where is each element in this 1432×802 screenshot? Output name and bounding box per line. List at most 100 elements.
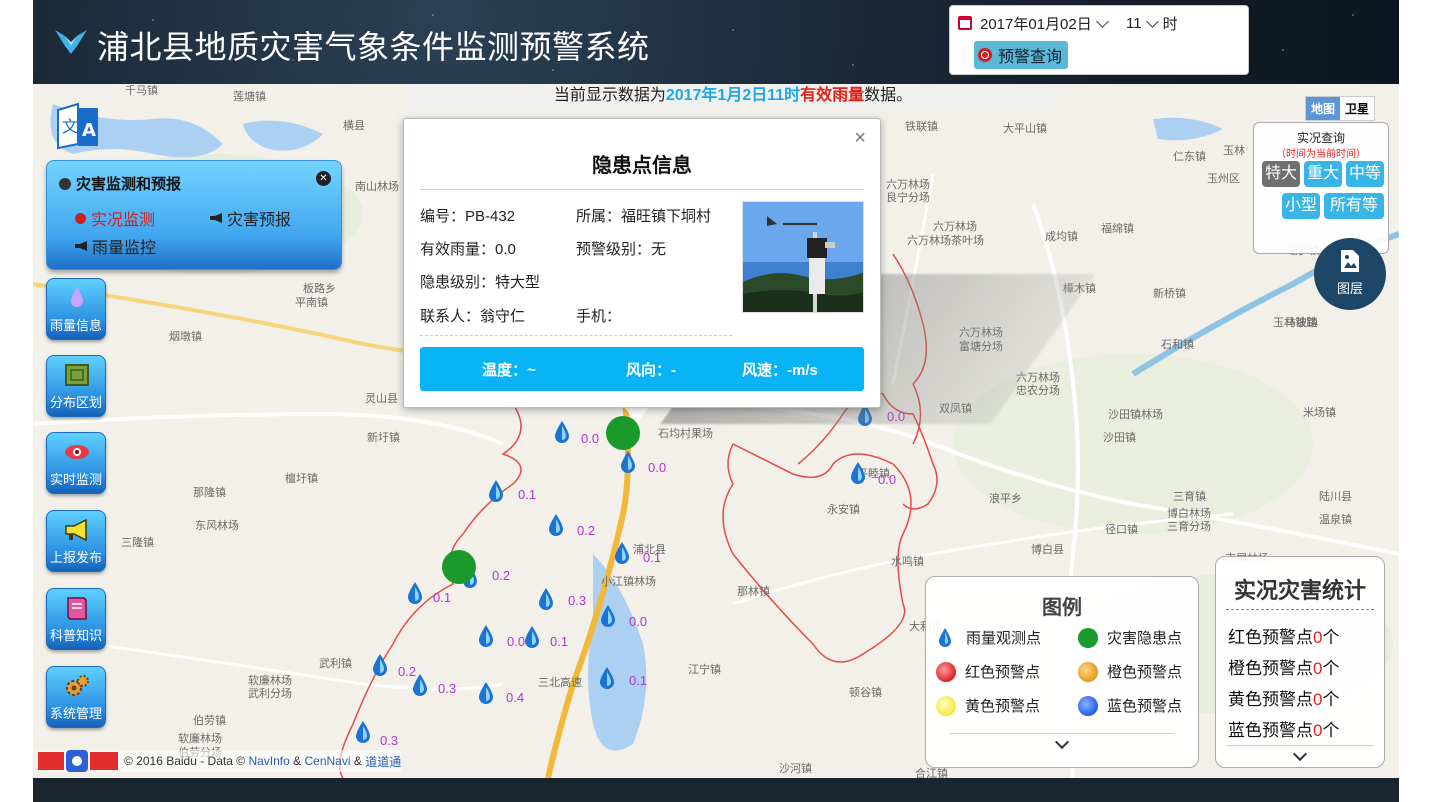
stat-yellow-warning: 黄色预警点0个: [1228, 685, 1339, 710]
language-translate-icon[interactable]: 文 A: [52, 100, 104, 152]
menu-item-rain-monitor[interactable]: 雨量监控: [75, 234, 156, 258]
rain-station-marker[interactable]: [549, 514, 563, 536]
side-button-rain-info[interactable]: 雨量信息: [46, 278, 106, 340]
rain-station-marker[interactable]: [525, 626, 539, 648]
rain-station-marker[interactable]: [615, 542, 629, 564]
warning-query-button[interactable]: 预警查询: [974, 41, 1068, 69]
side-button-label: 科普知识: [49, 628, 102, 643]
baidu-map-logo: [38, 750, 118, 772]
live-query-subtitle: （时间为当前时间）: [1276, 149, 1366, 160]
side-button-zoning[interactable]: 分布区划: [46, 355, 106, 417]
menu-close-icon[interactable]: ✕: [316, 171, 331, 186]
field-belongs: 所属：福旺镇下垌村: [576, 208, 712, 225]
rain-value-label: 0.3: [568, 593, 587, 608]
menu-title-text: 灾害监测和预报: [76, 176, 182, 193]
legend-item-orange-warning: 橙色预警点: [1078, 661, 1182, 682]
stat-red-warning: 红色预警点0个: [1228, 623, 1339, 648]
wind-direction-label: 风向：-: [626, 362, 676, 379]
layer-button[interactable]: 图层: [1314, 238, 1386, 310]
banner-datetime: 2017年1月2日11时: [665, 87, 801, 104]
date-value: 2017年01月02日: [980, 15, 1092, 33]
stats-title: 实况灾害统计: [1233, 578, 1366, 603]
place-label: 大平山镇: [1003, 123, 1047, 135]
live-query-title: 实况查询: [1296, 131, 1345, 145]
menu-item-disaster-forecast[interactable]: 灾害预报: [210, 206, 291, 230]
rain-station-marker[interactable]: [555, 421, 569, 443]
map-type-satellite-button[interactable]: 卫星: [1340, 97, 1374, 120]
side-button-label: 系统管理: [49, 706, 102, 721]
stats-bottom-divider: [1226, 745, 1374, 746]
legend-expand-icon[interactable]: [1054, 734, 1070, 750]
query-panel: 2017年01月02日 11 时 预警查询: [949, 5, 1249, 75]
system-title: 浦北县地质灾害气象条件监测预警系统: [97, 29, 650, 65]
side-button-label: 实时监测: [49, 472, 102, 487]
place-label: 福绵镇: [1101, 223, 1134, 235]
side-button-realtime[interactable]: 实时监测: [46, 432, 106, 494]
popup-close-icon[interactable]: ×: [854, 127, 866, 150]
rain-station-marker[interactable]: [601, 605, 615, 627]
map-attribution: © 2016 Baidu - Data © NavInfo & CenNavi …: [38, 750, 402, 772]
place-label: 那林镇: [737, 586, 770, 598]
place-label: 平南镇: [295, 297, 328, 309]
navinfo-link[interactable]: NavInfo: [248, 754, 289, 768]
place-label: 玉林: [1223, 145, 1245, 157]
daodaotong-link[interactable]: 道道通: [365, 753, 401, 770]
orange-dot-icon: [1078, 661, 1098, 682]
stat-orange-warning: 橙色预警点0个: [1228, 654, 1339, 679]
place-label: 武利镇: [319, 658, 352, 670]
rain-station-marker[interactable]: [356, 721, 370, 743]
rain-value-label: 0.0: [648, 460, 667, 475]
place-label: 檀圩镇: [285, 473, 318, 485]
rain-value-label: 0.1: [643, 550, 662, 565]
menu-item-live-monitor[interactable]: 实况监测: [75, 206, 155, 230]
blue-dot-icon: [1078, 695, 1098, 716]
side-button-science[interactable]: 科普知识: [46, 588, 106, 650]
place-label: 伯劳镇: [193, 715, 226, 727]
hazard-point-marker[interactable]: [442, 550, 476, 584]
date-select[interactable]: 2017年01月02日: [980, 10, 1113, 36]
rain-station-marker[interactable]: [621, 451, 635, 473]
level-button-small[interactable]: 小型: [1282, 193, 1320, 219]
rain-station-marker[interactable]: [408, 582, 422, 604]
rain-station-marker[interactable]: [413, 674, 427, 696]
place-label: 温泉镇: [1319, 514, 1352, 526]
place-label: 六万林场茶叶场: [907, 235, 984, 247]
level-button-all[interactable]: 所有等级: [1324, 193, 1384, 240]
rain-value-label: 0.2: [492, 568, 511, 583]
banner-data-type: 有效雨量: [800, 87, 865, 104]
place-label: 三育镇: [1173, 491, 1206, 503]
side-button-report[interactable]: 上报发布: [46, 510, 106, 572]
calendar-icon[interactable]: [958, 16, 972, 30]
level-button-medium[interactable]: 中等: [1346, 161, 1384, 187]
svg-text:文: 文: [62, 117, 78, 136]
rain-station-marker[interactable]: [539, 588, 553, 610]
hour-select-group: 11 时: [1126, 10, 1178, 36]
rain-station-marker[interactable]: [489, 480, 503, 502]
rain-station-marker[interactable]: [851, 462, 865, 484]
hour-select[interactable]: 11: [1126, 15, 1142, 32]
rain-station-marker[interactable]: [373, 654, 387, 676]
attribution-amp: &: [353, 754, 362, 768]
rain-station-marker[interactable]: [479, 625, 493, 647]
legend-panel: 图例 雨量观测点 灾害隐患点 红色预警点 橙色预警点 黄色预警点 蓝色预警点: [925, 576, 1199, 768]
cennavi-link[interactable]: CenNavi: [305, 754, 351, 768]
place-label: 武利分场: [248, 688, 292, 700]
map-canvas[interactable]: 千马镇 莲塘镇 横县 南山林场 板路乡 平南镇 烟墩镇 灵山县 新圩镇 檀圩镇 那隆镇 东风林场 三隆镇…: [33, 84, 1399, 778]
place-label: 江宁镇: [688, 664, 721, 676]
stat-unit: 个: [1322, 628, 1340, 647]
place-label: 玉州区: [1207, 173, 1240, 185]
level-button-extra-large[interactable]: 特大: [1262, 161, 1300, 187]
field-rain: 有效雨量：0.0: [420, 241, 516, 258]
level-button-major[interactable]: 重大: [1304, 161, 1342, 187]
rain-station-marker[interactable]: [479, 682, 493, 704]
place-label: 那隆镇: [193, 487, 226, 499]
map-type-map-button[interactable]: 地图: [1306, 97, 1341, 120]
map-type-switch: 地图 卫星: [1305, 96, 1376, 121]
rain-value-label: 0.0: [629, 614, 648, 629]
place-label: 石和镇: [1161, 339, 1194, 351]
rain-station-marker[interactable]: [600, 667, 614, 689]
side-button-label: 分布区划: [49, 395, 102, 410]
side-button-system[interactable]: 系统管理: [46, 666, 106, 728]
attribution-text: © 2016 Baidu - Data ©: [124, 754, 246, 768]
stats-expand-icon[interactable]: [1292, 746, 1308, 762]
